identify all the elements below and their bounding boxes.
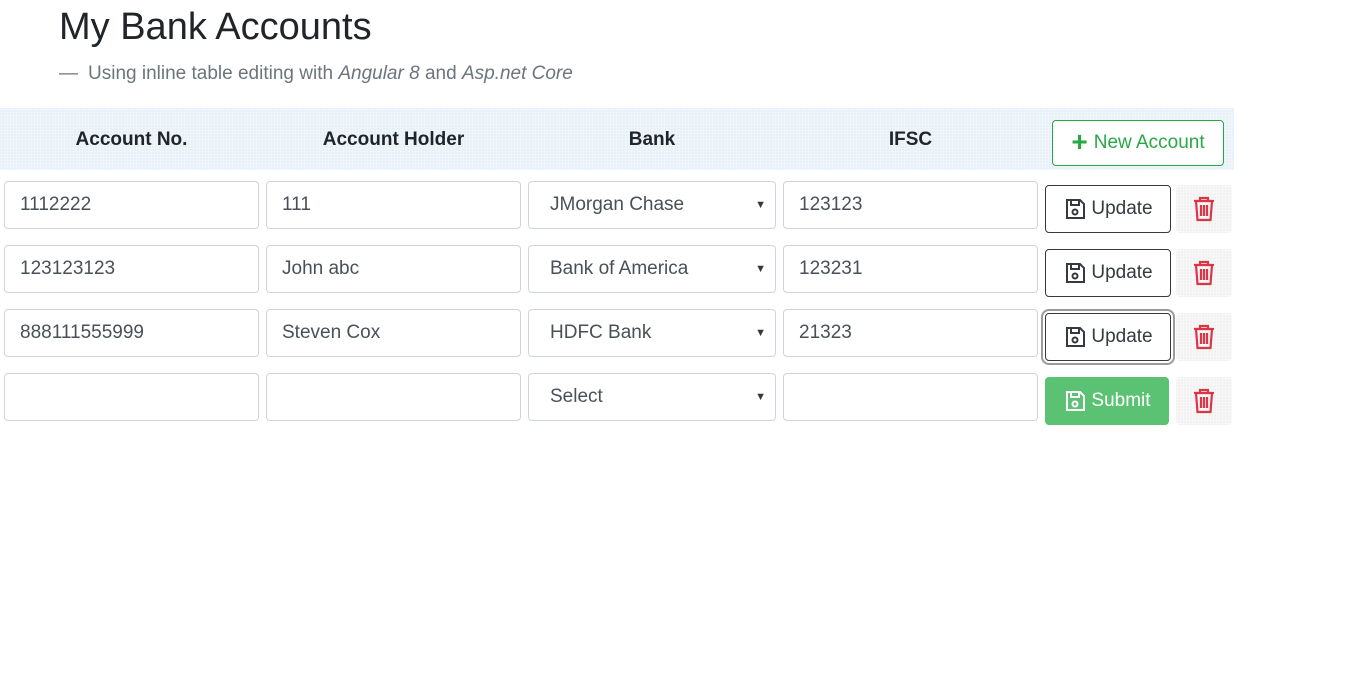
update-label: Update — [1091, 326, 1153, 347]
account-no-input[interactable]: 888111555999 — [4, 309, 259, 357]
dropdown-caret-icon: ▼ — [755, 391, 766, 403]
update-button[interactable]: Update — [1045, 249, 1171, 297]
subtitle-dash: — — [59, 63, 78, 84]
submit-button[interactable]: Submit — [1045, 377, 1169, 425]
account-no-input[interactable]: 123123123 — [4, 245, 259, 293]
plus-icon: + — [1071, 126, 1088, 157]
subtitle-prefix: Using inline table editing with — [88, 63, 334, 84]
delete-button[interactable] — [1176, 377, 1232, 425]
bank-select-value: JMorgan Chase — [550, 194, 685, 215]
account-no-input[interactable]: 1112222 — [4, 181, 259, 229]
bank-select[interactable]: HDFC Bank ▼ — [528, 309, 776, 357]
page-title: My Bank Accounts — [59, 6, 372, 48]
column-header-ifsc: IFSC — [888, 129, 933, 150]
account-holder-input[interactable]: 111 — [266, 181, 521, 229]
bank-select-value: HDFC Bank — [550, 322, 652, 343]
ifsc-input[interactable]: 21323 — [783, 309, 1038, 357]
dropdown-caret-icon: ▼ — [755, 327, 766, 339]
dropdown-caret-icon: ▼ — [755, 199, 766, 211]
floppy-disk-icon — [1063, 389, 1087, 413]
bank-select[interactable]: Bank of America ▼ — [528, 245, 776, 293]
trash-icon — [1192, 260, 1216, 286]
delete-button[interactable] — [1176, 249, 1232, 297]
trash-icon — [1192, 324, 1216, 350]
floppy-disk-icon — [1063, 325, 1087, 349]
submit-label: Submit — [1091, 390, 1151, 411]
column-header-account-holder: Account Holder — [322, 129, 465, 150]
account-no-input[interactable] — [4, 373, 259, 421]
subtitle-tech-aspnet: Asp.net Core — [461, 63, 573, 84]
trash-icon — [1192, 196, 1216, 222]
account-holder-input[interactable]: John abc — [266, 245, 521, 293]
table-row-new: Select ▼ Submit — [0, 373, 1240, 425]
new-account-button[interactable]: + New Account — [1052, 120, 1224, 166]
update-button[interactable]: Update — [1045, 185, 1171, 233]
account-holder-input[interactable] — [266, 373, 521, 421]
table-header: Account No. Account Holder Bank IFSC + N… — [0, 108, 1234, 170]
subtitle-tech-angular: Angular 8 — [338, 63, 420, 84]
dropdown-caret-icon: ▼ — [755, 263, 766, 275]
bank-select[interactable]: Select ▼ — [528, 373, 776, 421]
delete-button[interactable] — [1176, 313, 1232, 361]
delete-button[interactable] — [1176, 185, 1232, 233]
floppy-disk-icon — [1063, 197, 1087, 221]
account-holder-input[interactable]: Steven Cox — [266, 309, 521, 357]
ifsc-input[interactable] — [783, 373, 1038, 421]
update-label: Update — [1091, 262, 1153, 283]
column-header-account-no: Account No. — [75, 129, 188, 150]
ifsc-input[interactable]: 123123 — [783, 181, 1038, 229]
column-header-bank: Bank — [628, 129, 676, 150]
ifsc-input[interactable]: 123231 — [783, 245, 1038, 293]
table-row: 123123123 John abc Bank of America ▼ 123… — [0, 245, 1240, 297]
bank-select[interactable]: JMorgan Chase ▼ — [528, 181, 776, 229]
subtitle-and: and — [424, 63, 457, 84]
bank-select-value: Bank of America — [550, 258, 689, 279]
update-label: Update — [1091, 198, 1153, 219]
trash-icon — [1192, 388, 1216, 414]
update-button[interactable]: Update — [1045, 313, 1171, 361]
table-row: 888111555999 Steven Cox HDFC Bank ▼ 2132… — [0, 309, 1240, 361]
new-account-label: New Account — [1093, 132, 1205, 153]
page-subtitle: — Using inline table editing with Angular… — [59, 61, 573, 87]
bank-select-value: Select — [550, 386, 603, 407]
floppy-disk-icon — [1063, 261, 1087, 285]
table-row: 1112222 111 JMorgan Chase ▼ 123123 Updat… — [0, 181, 1240, 233]
